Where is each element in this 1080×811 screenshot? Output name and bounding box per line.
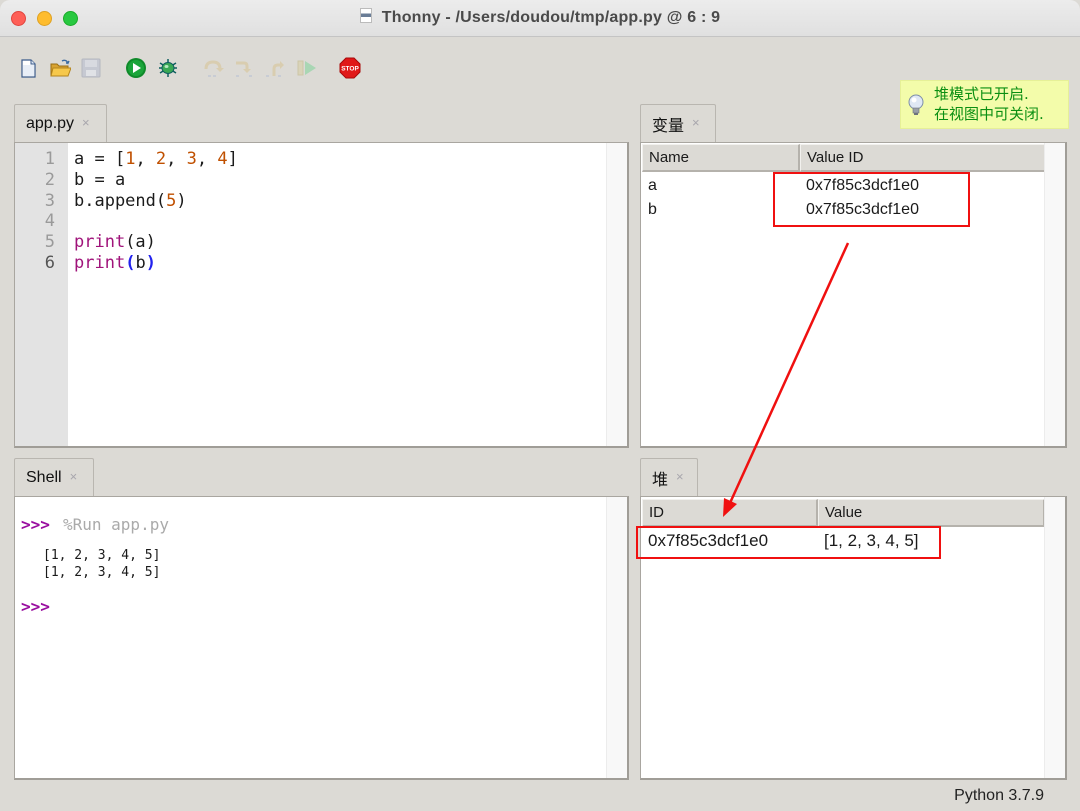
tab-shell[interactable]: Shell × [14, 458, 94, 496]
variable-name: a [648, 177, 657, 194]
document-icon [359, 8, 372, 23]
notice-line-1: 堆模式已开启. [934, 85, 1029, 103]
shell-output-line: [1, 2, 3, 4, 5] [43, 548, 161, 563]
shell-command: %Run app.py [63, 515, 169, 534]
code-line-2: b = a [74, 169, 126, 190]
code-line-6: print(b) [74, 253, 156, 273]
shell-prompt: >>> [21, 597, 50, 616]
table-row[interactable]: 0x7f85c3dcf1e0 [1, 2, 3, 4, 5] [642, 529, 1045, 553]
notice-line-2: 在视图中可关闭. [934, 105, 1044, 123]
variable-value-id: 0x7f85c3dcf1e0 [806, 177, 919, 194]
stop-sign-icon: STOP [339, 57, 361, 79]
tab-variables[interactable]: 变量 × [640, 104, 716, 142]
thonny-window: Thonny - /Users/doudou/tmp/app.py @ 6 : … [0, 0, 1080, 811]
variable-value-id: 0x7f85c3dcf1e0 [806, 201, 919, 218]
run-play-icon [126, 58, 146, 78]
tab-label: Shell [26, 468, 62, 486]
code-line-3: b.append(5) [74, 190, 187, 211]
code-line-1: a = [1, 2, 3, 4] [74, 149, 238, 169]
step-over-button[interactable] [202, 57, 224, 79]
shell-scrollbar[interactable] [606, 497, 627, 778]
floppy-disk-icon [81, 58, 101, 78]
heap-value: [1, 2, 3, 4, 5] [824, 531, 919, 550]
save-button[interactable] [80, 57, 102, 79]
heap-scrollbar[interactable] [1044, 497, 1065, 778]
close-tab-icon[interactable]: × [692, 115, 700, 130]
line-number: 4 [44, 211, 55, 232]
new-file-icon [21, 59, 36, 78]
variables-pane: Name Value ID a 0x7f85c3dcf1e0 b 0x7f85c… [640, 142, 1067, 448]
code-line-5: print(a) [74, 232, 156, 253]
tab-app-py[interactable]: app.py × [14, 104, 107, 142]
tab-heap[interactable]: 堆 × [640, 458, 698, 496]
window-title: Thonny - /Users/doudou/tmp/app.py @ 6 : … [0, 8, 1080, 27]
line-number: 1 [44, 149, 55, 169]
column-header-value-id[interactable]: Value ID [800, 144, 1047, 172]
shell-pane[interactable]: >>> %Run app.py [1, 2, 3, 4, 5] [1, 2, 3… [14, 496, 629, 780]
folder-open-icon [50, 59, 71, 77]
line-number: 2 [44, 169, 55, 190]
heap-id: 0x7f85c3dcf1e0 [648, 531, 769, 550]
debug-button[interactable] [157, 57, 179, 79]
toolbar: STOP 堆模式已开启. 在视图中可关闭. [0, 37, 1080, 129]
shell-prompt: >>> [21, 515, 50, 534]
stop-label: STOP [341, 66, 359, 73]
window-title-text: Thonny - /Users/doudou/tmp/app.py @ 6 : … [381, 9, 721, 26]
column-header-name[interactable]: Name [642, 144, 800, 172]
shell-output-line: [1, 2, 3, 4, 5] [43, 565, 161, 580]
resume-button[interactable] [296, 57, 318, 79]
close-tab-icon[interactable]: × [676, 469, 684, 484]
tab-label: 堆 [652, 471, 669, 489]
line-number: 5 [44, 232, 55, 253]
lightbulb-icon [908, 94, 924, 115]
variable-name: b [648, 201, 657, 218]
close-tab-icon[interactable]: × [70, 469, 78, 484]
column-header-value[interactable]: Value [818, 499, 1045, 527]
step-out-button[interactable] [264, 57, 286, 79]
line-number: 6 [44, 253, 55, 273]
bug-icon [159, 59, 177, 77]
table-row[interactable]: b 0x7f85c3dcf1e0 [642, 198, 1047, 222]
table-row[interactable]: a 0x7f85c3dcf1e0 [642, 174, 1047, 198]
title-bar: Thonny - /Users/doudou/tmp/app.py @ 6 : … [0, 0, 1080, 37]
interpreter-status[interactable]: Python 3.7.9 [954, 787, 1044, 805]
open-file-button[interactable] [49, 57, 71, 79]
step-over-icon [204, 60, 224, 77]
editor-pane[interactable]: 1 a = [1, 2, 3, 4] 2 b = a 3 b.append(5)… [14, 142, 629, 448]
heap-pane: ID Value 0x7f85c3dcf1e0 [1, 2, 3, 4, 5] [640, 496, 1067, 780]
heap-table-header: ID Value [642, 499, 1045, 527]
step-into-icon [236, 61, 252, 77]
column-header-id[interactable]: ID [642, 499, 818, 527]
close-tab-icon[interactable]: × [82, 115, 90, 130]
editor-scrollbar[interactable] [606, 143, 627, 446]
step-out-icon [266, 61, 284, 77]
resume-icon [297, 60, 316, 76]
variables-table-header: Name Value ID [642, 144, 1047, 172]
line-number: 3 [44, 190, 55, 211]
tab-label: app.py [26, 114, 75, 132]
step-into-button[interactable] [232, 57, 254, 79]
heap-mode-notice[interactable]: 堆模式已开启. 在视图中可关闭. [900, 80, 1069, 129]
run-button[interactable] [125, 57, 147, 79]
stop-button[interactable]: STOP [339, 57, 361, 79]
variables-scrollbar[interactable] [1044, 143, 1065, 446]
new-file-button[interactable] [17, 57, 39, 79]
tab-label: 变量 [652, 117, 685, 135]
